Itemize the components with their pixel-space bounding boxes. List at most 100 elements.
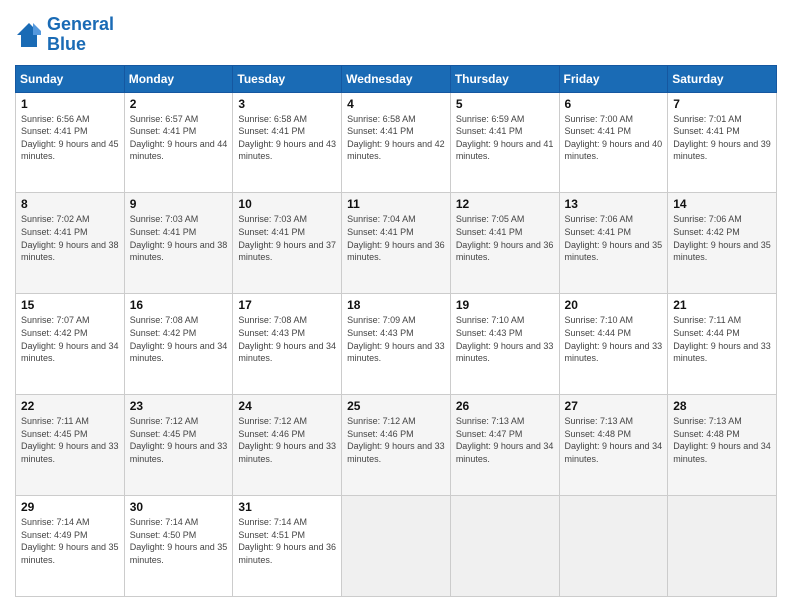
day-info: Sunrise: 7:07 AMSunset: 4:42 PMDaylight:… — [21, 315, 119, 363]
day-number: 20 — [565, 298, 663, 312]
day-info: Sunrise: 7:08 AMSunset: 4:42 PMDaylight:… — [130, 315, 228, 363]
day-info: Sunrise: 7:01 AMSunset: 4:41 PMDaylight:… — [673, 114, 771, 162]
calendar-cell: 1 Sunrise: 6:56 AMSunset: 4:41 PMDaylight… — [16, 92, 125, 193]
calendar-cell: 7 Sunrise: 7:01 AMSunset: 4:41 PMDaylight… — [668, 92, 777, 193]
calendar-cell: 24Sunrise: 7:12 AMSunset: 4:46 PMDayligh… — [233, 395, 342, 496]
day-number: 7 — [673, 97, 771, 111]
day-info: Sunrise: 7:14 AMSunset: 4:49 PMDaylight:… — [21, 517, 119, 565]
day-number: 10 — [238, 197, 336, 211]
calendar-cell: 28 Sunrise: 7:13 AMSunset: 4:48 PMDayligh… — [668, 395, 777, 496]
calendar-week-3: 15 Sunrise: 7:07 AMSunset: 4:42 PMDayligh… — [16, 294, 777, 395]
day-number: 6 — [565, 97, 663, 111]
calendar-cell: 8 Sunrise: 7:02 AMSunset: 4:41 PMDaylight… — [16, 193, 125, 294]
column-header-saturday: Saturday — [668, 65, 777, 92]
calendar-cell: 12 Sunrise: 7:05 AMSunset: 4:41 PMDayligh… — [450, 193, 559, 294]
day-number: 9 — [130, 197, 228, 211]
day-number: 14 — [673, 197, 771, 211]
day-number: 11 — [347, 197, 445, 211]
day-number: 25 — [347, 399, 445, 413]
day-number: 24 — [238, 399, 336, 413]
calendar-cell: 4 Sunrise: 6:58 AMSunset: 4:41 PMDaylight… — [342, 92, 451, 193]
calendar-cell: 16 Sunrise: 7:08 AMSunset: 4:42 PMDayligh… — [124, 294, 233, 395]
day-number: 18 — [347, 298, 445, 312]
day-info: Sunrise: 7:02 AMSunset: 4:41 PMDaylight:… — [21, 214, 119, 262]
calendar-week-1: 1 Sunrise: 6:56 AMSunset: 4:41 PMDaylight… — [16, 92, 777, 193]
day-info: Sunrise: 7:13 AMSunset: 4:48 PMDaylight:… — [565, 416, 663, 464]
column-header-thursday: Thursday — [450, 65, 559, 92]
day-info: Sunrise: 6:59 AMSunset: 4:41 PMDaylight:… — [456, 114, 554, 162]
day-number: 1 — [21, 97, 119, 111]
calendar-cell: 13 Sunrise: 7:06 AMSunset: 4:41 PMDayligh… — [559, 193, 668, 294]
calendar-cell: 31Sunrise: 7:14 AMSunset: 4:51 PMDayligh… — [233, 496, 342, 597]
logo: General Blue — [15, 15, 114, 55]
calendar-cell: 15 Sunrise: 7:07 AMSunset: 4:42 PMDayligh… — [16, 294, 125, 395]
day-number: 30 — [130, 500, 228, 514]
calendar-week-4: 22Sunrise: 7:11 AMSunset: 4:45 PMDayligh… — [16, 395, 777, 496]
calendar-cell: 5 Sunrise: 6:59 AMSunset: 4:41 PMDaylight… — [450, 92, 559, 193]
day-info: Sunrise: 6:57 AMSunset: 4:41 PMDaylight:… — [130, 114, 228, 162]
calendar-cell: 22Sunrise: 7:11 AMSunset: 4:45 PMDayligh… — [16, 395, 125, 496]
calendar-cell: 21 Sunrise: 7:11 AMSunset: 4:44 PMDayligh… — [668, 294, 777, 395]
day-number: 2 — [130, 97, 228, 111]
calendar-cell: 30Sunrise: 7:14 AMSunset: 4:50 PMDayligh… — [124, 496, 233, 597]
calendar-cell: 18 Sunrise: 7:09 AMSunset: 4:43 PMDayligh… — [342, 294, 451, 395]
calendar-cell: 10Sunrise: 7:03 AMSunset: 4:41 PMDayligh… — [233, 193, 342, 294]
calendar-table: SundayMondayTuesdayWednesdayThursdayFrid… — [15, 65, 777, 597]
calendar-cell — [342, 496, 451, 597]
column-header-monday: Monday — [124, 65, 233, 92]
day-number: 28 — [673, 399, 771, 413]
column-header-tuesday: Tuesday — [233, 65, 342, 92]
day-info: Sunrise: 7:09 AMSunset: 4:43 PMDaylight:… — [347, 315, 445, 363]
column-header-wednesday: Wednesday — [342, 65, 451, 92]
day-info: Sunrise: 7:11 AMSunset: 4:44 PMDaylight:… — [673, 315, 771, 363]
day-number: 29 — [21, 500, 119, 514]
calendar-body: 1 Sunrise: 6:56 AMSunset: 4:41 PMDaylight… — [16, 92, 777, 596]
day-number: 12 — [456, 197, 554, 211]
day-number: 4 — [347, 97, 445, 111]
day-number: 5 — [456, 97, 554, 111]
calendar-cell: 14 Sunrise: 7:06 AMSunset: 4:42 PMDayligh… — [668, 193, 777, 294]
day-number: 8 — [21, 197, 119, 211]
calendar-week-5: 29 Sunrise: 7:14 AMSunset: 4:49 PMDayligh… — [16, 496, 777, 597]
day-info: Sunrise: 7:04 AMSunset: 4:41 PMDaylight:… — [347, 214, 445, 262]
day-info: Sunrise: 7:13 AMSunset: 4:48 PMDaylight:… — [673, 416, 771, 464]
day-number: 17 — [238, 298, 336, 312]
calendar-cell: 20 Sunrise: 7:10 AMSunset: 4:44 PMDayligh… — [559, 294, 668, 395]
day-info: Sunrise: 7:00 AMSunset: 4:41 PMDaylight:… — [565, 114, 663, 162]
day-info: Sunrise: 7:14 AMSunset: 4:51 PMDaylight:… — [238, 517, 336, 565]
calendar-cell: 27 Sunrise: 7:13 AMSunset: 4:48 PMDayligh… — [559, 395, 668, 496]
day-number: 19 — [456, 298, 554, 312]
calendar-cell — [450, 496, 559, 597]
day-info: Sunrise: 7:06 AMSunset: 4:41 PMDaylight:… — [565, 214, 663, 262]
calendar-cell: 2 Sunrise: 6:57 AMSunset: 4:41 PMDaylight… — [124, 92, 233, 193]
calendar-cell: 29 Sunrise: 7:14 AMSunset: 4:49 PMDayligh… — [16, 496, 125, 597]
page: General Blue SundayMondayTuesdayWednesda… — [0, 0, 792, 612]
day-info: Sunrise: 7:08 AMSunset: 4:43 PMDaylight:… — [238, 315, 336, 363]
day-number: 15 — [21, 298, 119, 312]
day-info: Sunrise: 7:06 AMSunset: 4:42 PMDaylight:… — [673, 214, 771, 262]
day-number: 16 — [130, 298, 228, 312]
calendar-cell: 26Sunrise: 7:13 AMSunset: 4:47 PMDayligh… — [450, 395, 559, 496]
day-info: Sunrise: 6:56 AMSunset: 4:41 PMDaylight:… — [21, 114, 119, 162]
day-number: 13 — [565, 197, 663, 211]
logo-text: General Blue — [47, 15, 114, 55]
calendar-cell: 6 Sunrise: 7:00 AMSunset: 4:41 PMDaylight… — [559, 92, 668, 193]
column-header-friday: Friday — [559, 65, 668, 92]
day-info: Sunrise: 6:58 AMSunset: 4:41 PMDaylight:… — [347, 114, 445, 162]
day-info: Sunrise: 7:12 AMSunset: 4:45 PMDaylight:… — [130, 416, 228, 464]
calendar-week-2: 8 Sunrise: 7:02 AMSunset: 4:41 PMDaylight… — [16, 193, 777, 294]
calendar-cell: 9Sunrise: 7:03 AMSunset: 4:41 PMDaylight… — [124, 193, 233, 294]
calendar-header-row: SundayMondayTuesdayWednesdayThursdayFrid… — [16, 65, 777, 92]
day-info: Sunrise: 7:05 AMSunset: 4:41 PMDaylight:… — [456, 214, 554, 262]
day-number: 21 — [673, 298, 771, 312]
day-info: Sunrise: 7:10 AMSunset: 4:44 PMDaylight:… — [565, 315, 663, 363]
calendar-cell: 3Sunrise: 6:58 AMSunset: 4:41 PMDaylight… — [233, 92, 342, 193]
calendar-cell — [559, 496, 668, 597]
day-info: Sunrise: 6:58 AMSunset: 4:41 PMDaylight:… — [238, 114, 336, 162]
calendar-cell — [668, 496, 777, 597]
day-number: 27 — [565, 399, 663, 413]
calendar-cell: 19Sunrise: 7:10 AMSunset: 4:43 PMDayligh… — [450, 294, 559, 395]
day-info: Sunrise: 7:12 AMSunset: 4:46 PMDaylight:… — [347, 416, 445, 464]
column-header-sunday: Sunday — [16, 65, 125, 92]
calendar-cell: 11 Sunrise: 7:04 AMSunset: 4:41 PMDayligh… — [342, 193, 451, 294]
